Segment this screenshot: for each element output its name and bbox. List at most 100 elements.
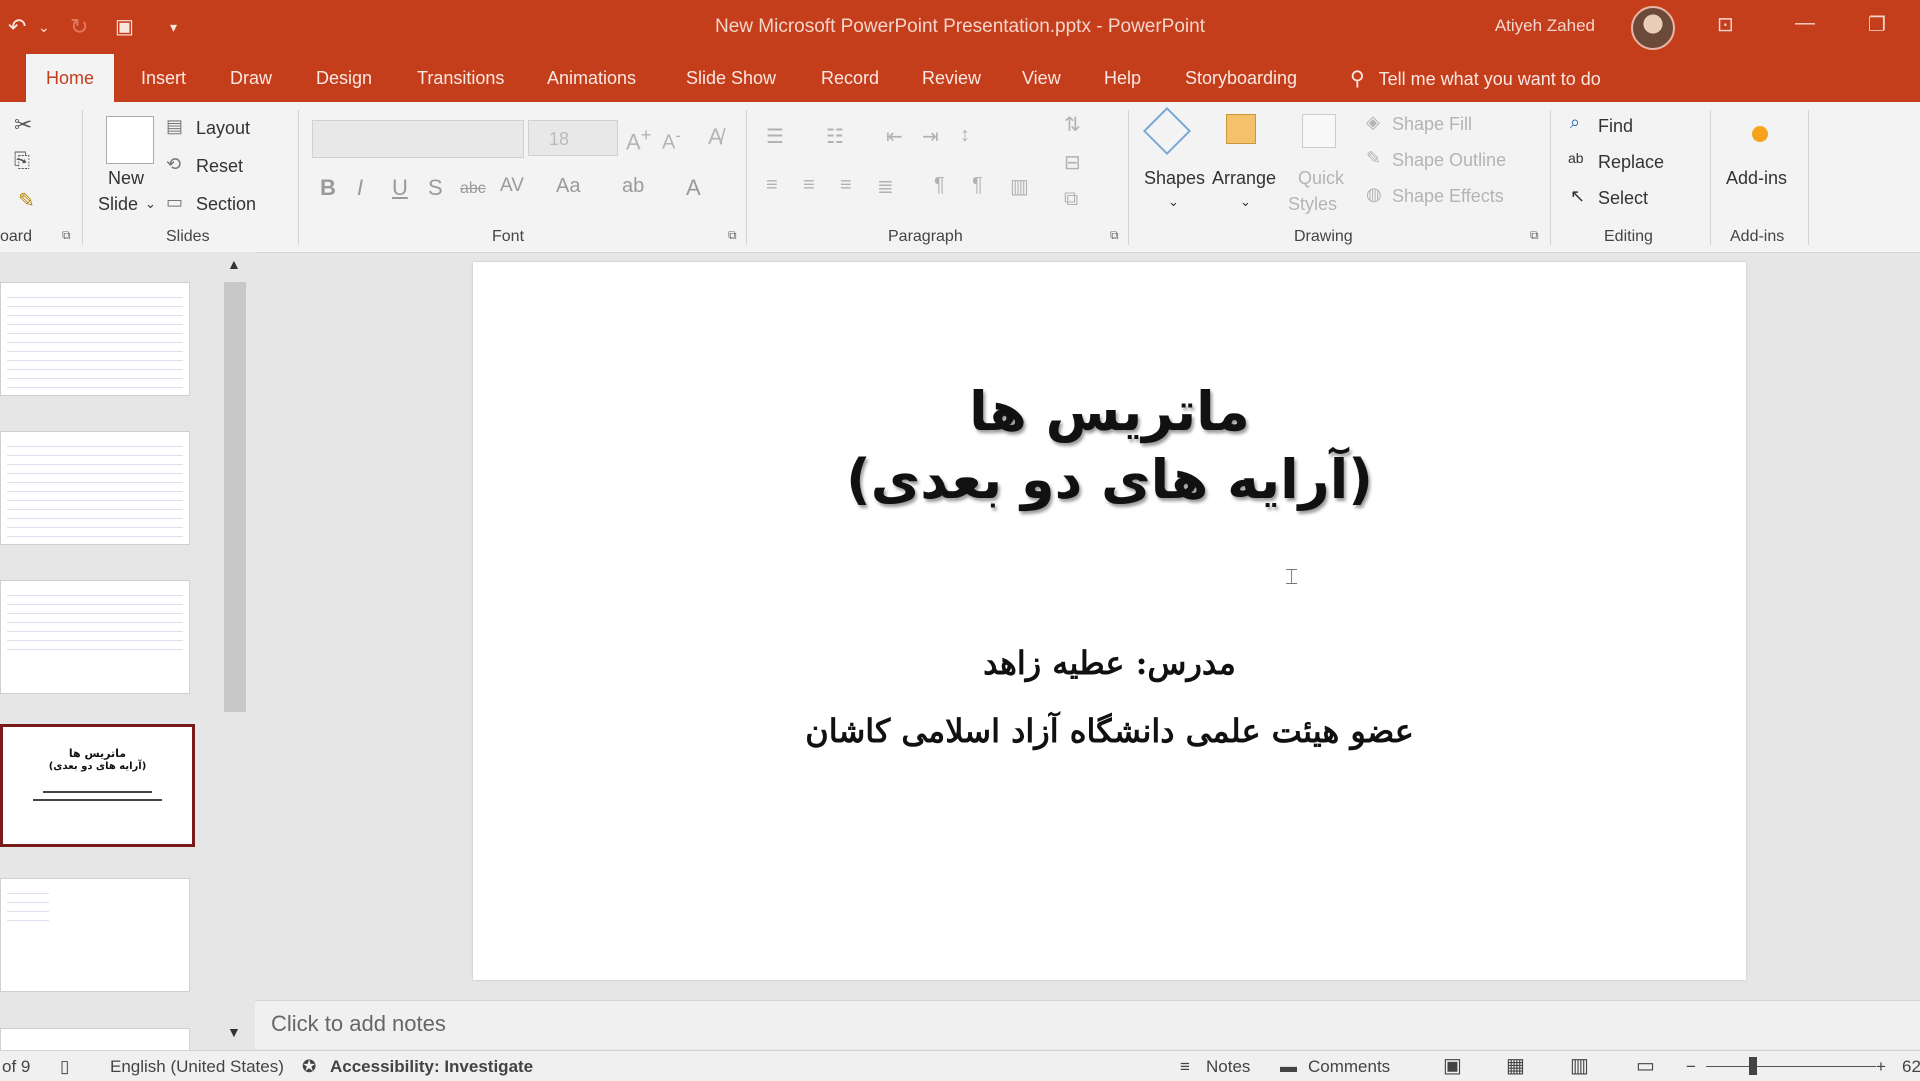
decrease-font-icon[interactable]: A-: [662, 126, 681, 155]
accessibility-status[interactable]: Accessibility: Investigate: [330, 1057, 533, 1077]
tab-storyboarding[interactable]: Storyboarding: [1185, 68, 1297, 89]
slide-thumbnail[interactable]: [0, 282, 190, 396]
smartart-icon[interactable]: ⧉: [1064, 188, 1078, 211]
slide-thumbnail[interactable]: [0, 431, 190, 545]
add-ins-icon[interactable]: [1752, 126, 1768, 142]
tab-record[interactable]: Record: [821, 68, 879, 89]
add-ins-button[interactable]: Add-ins: [1726, 168, 1787, 189]
copy-icon[interactable]: ⎘: [14, 150, 30, 173]
rtl-icon[interactable]: ¶: [972, 174, 983, 197]
slide-title-line2[interactable]: (آرایه های دو بعدی): [473, 448, 1746, 511]
slide-show-icon[interactable]: ▭: [1636, 1053, 1655, 1078]
notes-pane[interactable]: Click to add notes: [255, 1000, 1920, 1049]
justify-icon[interactable]: ≣: [877, 174, 894, 199]
tab-transitions[interactable]: Transitions: [417, 68, 504, 89]
arrange-icon[interactable]: [1226, 114, 1256, 144]
shape-effects-button[interactable]: Shape Effects: [1392, 186, 1504, 207]
slide-subtitle-line2[interactable]: عضو هیئت علمی دانشگاه آزاد اسلامی کاشان: [473, 712, 1746, 750]
tab-view[interactable]: View: [1022, 68, 1061, 89]
zoom-in-icon[interactable]: +: [1876, 1057, 1886, 1077]
line-spacing-icon[interactable]: ↕: [960, 124, 970, 147]
slide-thumbnail[interactable]: [0, 878, 190, 992]
align-text-icon[interactable]: ⊟: [1064, 150, 1081, 175]
ltr-icon[interactable]: ¶: [934, 174, 945, 197]
new-slide-button-line1[interactable]: New: [108, 168, 144, 189]
notes-button[interactable]: Notes: [1206, 1057, 1250, 1077]
character-spacing-icon[interactable]: AV: [500, 175, 524, 197]
font-name-input[interactable]: [312, 120, 524, 158]
quick-styles-button-line1[interactable]: Quick: [1298, 168, 1344, 189]
align-left-icon[interactable]: ≡: [766, 174, 778, 197]
tell-me-search[interactable]: ⚲ Tell me what you want to do: [1350, 66, 1601, 91]
select-button[interactable]: Select: [1598, 188, 1648, 209]
zoom-level[interactable]: 62: [1902, 1057, 1920, 1077]
ribbon-display-options-icon[interactable]: ⊡: [1717, 12, 1734, 37]
restore-icon[interactable]: ❐: [1868, 12, 1886, 37]
scrollbar-thumb[interactable]: [224, 282, 246, 712]
text-shadow-icon[interactable]: S: [428, 175, 443, 201]
clipboard-launcher-icon[interactable]: ⧉: [62, 228, 71, 243]
replace-button[interactable]: Replace: [1598, 152, 1664, 173]
tab-animations[interactable]: Animations: [547, 68, 636, 89]
shape-outline-button[interactable]: Shape Outline: [1392, 150, 1506, 171]
text-direction-icon[interactable]: ⇅: [1064, 112, 1081, 137]
minimize-icon[interactable]: —: [1795, 12, 1815, 35]
language-status[interactable]: English (United States): [110, 1057, 284, 1077]
increase-font-icon[interactable]: A+: [626, 124, 651, 155]
slide-canvas[interactable]: ماتریس ها (آرایه های دو بعدی) مدرس: عطیه…: [473, 262, 1746, 980]
columns-icon[interactable]: ▥: [1010, 174, 1029, 199]
shape-effects-icon[interactable]: ◍: [1366, 184, 1382, 205]
bold-icon[interactable]: B: [320, 175, 336, 201]
spelling-check-icon[interactable]: ▯: [60, 1057, 69, 1077]
italic-icon[interactable]: I: [357, 175, 363, 201]
scroll-down-icon[interactable]: ▼: [227, 1024, 241, 1040]
quick-styles-button-line2[interactable]: Styles: [1288, 194, 1337, 215]
clear-formatting-icon[interactable]: A̸: [708, 124, 723, 150]
scroll-up-icon[interactable]: ▲: [227, 256, 241, 272]
chevron-down-icon[interactable]: ⌄: [1240, 194, 1251, 210]
slide-thumbnail-selected[interactable]: ماتریس ها (آرایه های دو بعدی): [0, 724, 195, 847]
tab-insert[interactable]: Insert: [141, 68, 186, 89]
normal-view-icon[interactable]: ▣: [1443, 1053, 1462, 1078]
font-size-input[interactable]: 18: [528, 120, 618, 156]
bullets-icon[interactable]: ☰: [766, 124, 784, 149]
font-launcher-icon[interactable]: ⧉: [728, 228, 737, 243]
comments-button[interactable]: Comments: [1308, 1057, 1390, 1077]
new-slide-icon[interactable]: [106, 116, 154, 164]
increase-indent-icon[interactable]: ⇥: [922, 124, 939, 149]
reading-view-icon[interactable]: ▥: [1570, 1053, 1589, 1078]
cut-icon[interactable]: ✂: [14, 112, 32, 138]
notes-placeholder[interactable]: Click to add notes: [271, 1011, 446, 1037]
zoom-slider-thumb[interactable]: [1749, 1057, 1757, 1075]
align-center-icon[interactable]: ≡: [803, 174, 815, 197]
slide-title-line1[interactable]: ماتریس ها: [473, 380, 1746, 443]
strikethrough-icon[interactable]: abc: [460, 180, 486, 198]
align-right-icon[interactable]: ≡: [840, 174, 852, 197]
new-slide-button-line2[interactable]: Slide: [98, 194, 138, 215]
font-color-icon[interactable]: A: [686, 175, 701, 201]
numbering-icon[interactable]: ☷: [826, 124, 844, 149]
chevron-down-icon[interactable]: ⌄: [1168, 194, 1179, 210]
tab-home[interactable]: Home: [26, 54, 115, 102]
slide-sorter-icon[interactable]: ▦: [1506, 1053, 1525, 1078]
paragraph-launcher-icon[interactable]: ⧉: [1110, 228, 1119, 243]
section-button[interactable]: Section: [196, 194, 256, 215]
decrease-indent-icon[interactable]: ⇤: [886, 124, 903, 149]
drawing-launcher-icon[interactable]: ⧉: [1530, 228, 1539, 243]
quick-styles-icon[interactable]: [1302, 114, 1336, 148]
find-button[interactable]: Find: [1598, 116, 1633, 137]
slide-subtitle-line1[interactable]: مدرس: عطیه زاهد: [473, 644, 1746, 682]
chevron-down-icon[interactable]: ⌄: [145, 196, 156, 212]
shape-fill-button[interactable]: Shape Fill: [1392, 114, 1472, 135]
shapes-button[interactable]: Shapes: [1144, 168, 1205, 189]
tab-draw[interactable]: Draw: [230, 68, 272, 89]
shape-fill-icon[interactable]: ◈: [1366, 112, 1380, 133]
slide-thumbnail[interactable]: [0, 580, 190, 694]
change-case-icon[interactable]: Aa: [556, 175, 580, 198]
tab-help[interactable]: Help: [1104, 68, 1141, 89]
avatar[interactable]: [1631, 6, 1675, 50]
thumbnails-scrollbar[interactable]: ▲ ▼: [222, 252, 250, 1052]
underline-icon[interactable]: U: [392, 175, 408, 201]
shapes-icon[interactable]: [1142, 106, 1192, 156]
zoom-slider-track[interactable]: [1706, 1066, 1876, 1067]
